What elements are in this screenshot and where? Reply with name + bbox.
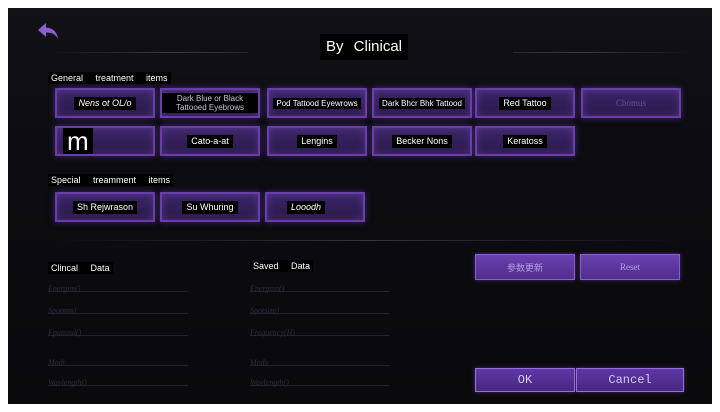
header-divider-right [513, 52, 693, 53]
data-row-label: Modo [250, 358, 269, 367]
data-row-label: Modt [48, 358, 65, 367]
button-label: Dark Blue or Black Tattooed Eyebrows [162, 93, 258, 113]
general-item-button[interactable]: Lengins [267, 126, 367, 156]
data-row-label: Wavlength() [48, 378, 87, 387]
general-item-button[interactable]: Keratoss [475, 126, 575, 156]
clinical-data-row: Spotmm) [48, 300, 188, 315]
button-label: Cancel [608, 373, 652, 387]
general-item-button[interactable]: Cato-a-at [160, 126, 260, 156]
button-label: Su Whuring [182, 200, 238, 214]
reset-button[interactable]: Reset [580, 254, 680, 280]
saved-data-header: Saved Data [250, 260, 314, 272]
data-row-label: Fpunosd() [48, 328, 82, 337]
general-item-button[interactable]: Becker Nons [372, 126, 472, 156]
ok-button[interactable]: OK [475, 368, 575, 392]
button-label: Red Tattoo [499, 96, 551, 110]
data-row-label: Wavlength() [250, 378, 289, 387]
button-label: Lengins [297, 134, 337, 148]
general-item-button[interactable]: Dark Blue or Black Tattooed Eyebrows [160, 88, 260, 118]
back-arrow-icon[interactable] [36, 20, 62, 42]
general-item-button[interactable]: Pod Tattood Eyewrows [267, 88, 367, 118]
clinical-data-row: Wavlength() [48, 372, 188, 387]
button-label: Reset [620, 262, 640, 272]
saved-data-row: Energmn() [250, 278, 390, 293]
data-row-label: Energmn() [250, 284, 285, 293]
settings-screen: By Clinical General treatment items Nens… [8, 8, 712, 404]
saved-data-row: Frequency(H) [250, 322, 390, 337]
clinical-data-header: Clincal Data [48, 262, 113, 274]
clinical-data-row: Fpunosd() [48, 322, 188, 337]
saved-data-row: Wavlength() [250, 372, 390, 387]
button-label: Pod Tattood Eyewrows [273, 97, 361, 109]
button-label: Becker Nons [392, 134, 452, 148]
button-label: m [63, 128, 93, 154]
button-label: OK [517, 373, 533, 387]
clinical-data-row: Modt [48, 352, 188, 367]
page-title: By Clinical [320, 34, 409, 60]
data-row-label: Frequency(H) [250, 328, 296, 337]
special-item-button[interactable]: Looodh [265, 192, 365, 222]
button-label: Sh Rejwrason [72, 200, 138, 214]
data-row-label: Energim() [48, 284, 81, 293]
section-divider [48, 240, 688, 241]
general-item-button[interactable]: Cbomus [581, 88, 681, 118]
button-label: Keratoss [503, 134, 547, 148]
general-item-button[interactable]: Nens ot OL/o [55, 88, 155, 118]
button-label: Dark Bhcr Bhk Tattood [379, 97, 465, 109]
general-item-button[interactable]: Dark Bhcr Bhk Tattood [372, 88, 472, 118]
button-label: 参数更新 [506, 262, 543, 273]
update-params-button[interactable]: 参数更新 [475, 254, 575, 280]
cancel-button[interactable]: Cancel [576, 368, 684, 392]
special-items-label: Special treamment items [48, 174, 174, 186]
button-label: Cbomus [615, 97, 646, 108]
data-row-label: Spotmm) [48, 306, 77, 315]
general-items-label: General treatment items [48, 72, 171, 84]
saved-data-row: Spotsize) [250, 300, 390, 315]
button-label: Nens ot OL/o [74, 96, 136, 110]
data-row-label: Spotsize) [250, 306, 279, 315]
clinical-data-row: Energim() [48, 278, 188, 293]
button-label: Cato-a-at [187, 134, 233, 148]
button-label: Looodh [287, 200, 326, 214]
special-item-button[interactable]: Su Whuring [160, 192, 260, 222]
special-item-button[interactable]: Sh Rejwrason [55, 192, 155, 222]
general-item-button[interactable]: Red Tattoo [475, 88, 575, 118]
saved-data-row: Modo [250, 352, 390, 367]
general-item-button[interactable]: m [55, 126, 155, 156]
header-divider-left [48, 52, 248, 53]
